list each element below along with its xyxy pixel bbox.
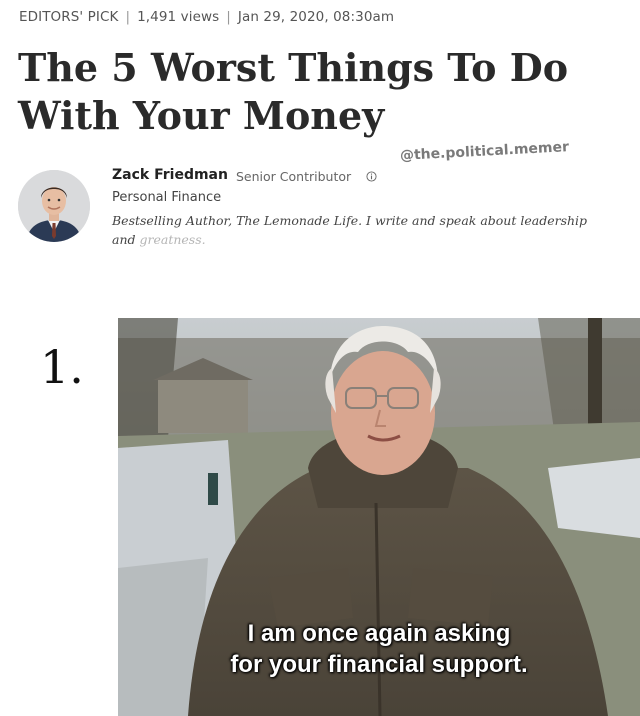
- meme-photo: I am once again asking for your financia…: [118, 318, 640, 716]
- caption-line-1: I am once again asking: [247, 620, 511, 647]
- watermark-handle: @the.political.memer: [399, 139, 570, 164]
- author-avatar[interactable]: [18, 170, 90, 242]
- info-icon[interactable]: [366, 171, 377, 182]
- author-section[interactable]: Personal Finance: [112, 190, 221, 205]
- author-role: Senior Contributor: [236, 169, 352, 184]
- article-headline: The 5 Worst Things To Do With Your Money: [18, 45, 569, 138]
- editors-pick-label[interactable]: EDITORS' PICK: [19, 9, 118, 25]
- meme-caption: I am once again asking for your financia…: [118, 618, 640, 680]
- caption-line-2: for your financial support.: [230, 651, 528, 678]
- author-name[interactable]: Zack Friedman: [112, 167, 228, 183]
- list-number: 1.: [40, 340, 84, 394]
- meta-separator: |: [226, 9, 231, 25]
- article-meta: EDITORS' PICK | 1,491 views | Jan 29, 2020, …: [19, 9, 394, 25]
- author-bio-faded: greatness.: [139, 232, 206, 247]
- meta-separator: |: [125, 9, 131, 25]
- view-count: 1,491 views: [137, 9, 220, 25]
- author-bio: Bestselling Author, The Lemonade Life. I…: [112, 211, 612, 249]
- author-portrait-icon: [18, 170, 90, 242]
- publish-date: Jan 29, 2020, 08:30am: [237, 9, 395, 25]
